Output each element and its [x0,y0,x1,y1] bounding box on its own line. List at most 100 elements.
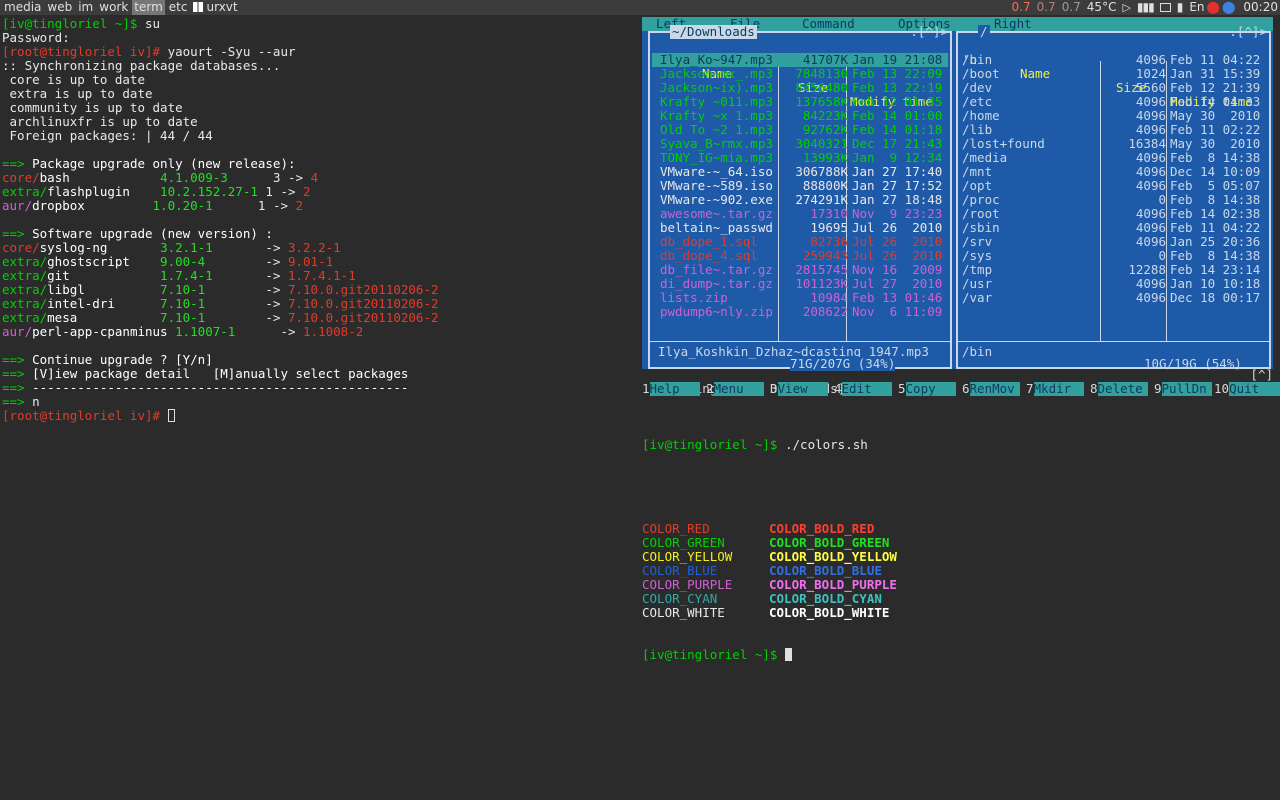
right-terminal[interactable]: [iv@tingloriel ~]$ ./colors.sh COLOR_RED… [642,410,1272,676]
file-row[interactable]: /sys 0 Feb 8 14:38 [960,249,1266,263]
file-row[interactable]: /media 4096 Feb 8 14:38 [960,151,1266,165]
color-bold: COLOR_BOLD_GREEN [769,535,890,550]
tag-work[interactable]: work [97,0,130,15]
error-icon[interactable]: ⬤ [1207,0,1220,15]
file-row[interactable]: /bin 4096 Feb 11 04:22 [960,53,1266,67]
file-row[interactable]: TONY_IG~mia.mp3 13993K Jan 9 12:34 [652,151,948,165]
terminal-text: [iv@tingloriel ~]$ [2,16,145,31]
file-row[interactable]: db_dope_4.sql 259943 Jul 26 2010 [652,249,948,263]
file-row[interactable]: pwdump6~nly.zip 208622 Nov 6 11:09 [652,305,948,319]
window-title[interactable]: urxvt [206,0,237,15]
keyboard-layout[interactable]: En [1189,0,1204,15]
file-row[interactable]: VMware-~_64.iso 306788K Jan 27 17:40 [652,165,948,179]
tag-web[interactable]: web [45,0,74,15]
tag-etc[interactable]: etc [167,0,190,15]
fkey-renmov[interactable]: 6RenMov [962,382,1020,396]
file-row[interactable]: /home 4096 May 30 2010 [960,109,1266,123]
right-panel[interactable]: / .[^]> 'n Name Size Modify time /bin 409… [956,25,1271,371]
file-row[interactable]: Old To ~2 1.mp3 92762K Feb 14 01:18 [652,123,948,137]
file-mtime: Feb 5 05:07 [1170,178,1261,193]
battery-icon[interactable]: ▮ [1177,0,1184,15]
fkey-copy[interactable]: 5Copy [898,382,956,396]
file-row[interactable]: /mnt 4096 Dec 14 10:09 [960,165,1266,179]
tag-im[interactable]: im [76,0,95,15]
fkey-help[interactable]: 1Help [642,382,700,396]
tag-term[interactable]: term [132,0,165,15]
file-mtime: May 30 2010 [1170,108,1261,123]
file-mtime: Feb 14 01:18 [852,122,943,137]
color-bold: COLOR_BOLD_PURPLE [769,577,897,592]
tag-media[interactable]: media [2,0,43,15]
file-name: /proc [962,192,1000,207]
file-row[interactable]: /dev 5560 Feb 12 21:39 [960,81,1266,95]
file-row[interactable]: /sbin 4096 Feb 11 04:22 [960,221,1266,235]
file-name: pwdump6~nly.zip [660,304,773,319]
file-row[interactable]: /root 4096 Feb 14 02:38 [960,207,1266,221]
terminal-line: [root@tingloriel iv]# [2,409,632,423]
file-row[interactable]: /tmp 12288 Feb 14 23:14 [960,263,1266,277]
file-size: 4096 [1135,290,1166,305]
fkey-delete[interactable]: 8Delete [1090,382,1148,396]
mc-menu-command[interactable]: Command [802,17,855,31]
file-row[interactable]: Krafty ~x 1.mp3 84223K Feb 14 01:00 [652,109,948,123]
fkey-label: Delete [1097,382,1148,396]
fkey-number: 1 [642,381,650,396]
fkey-pulldn[interactable]: 9PullDn [1154,382,1212,396]
tray-app-icon[interactable]: ⬤ [1222,0,1235,15]
file-row[interactable]: Syava_B~rmx.mp3 3040321 Dec 17 21:43 [652,137,948,151]
file-size: 4096 [1135,52,1166,67]
file-row[interactable]: /lib 4096 Feb 11 02:22 [960,123,1266,137]
file-size: 259943 [802,248,848,263]
terminal-text: extra is up to date [2,86,153,101]
file-mtime: Dec 17 21:43 [852,136,943,151]
file-row[interactable]: /var 4096 Dec 18 00:17 [960,291,1266,305]
file-name: /srv [962,234,993,249]
fkey-view[interactable]: 3View [770,382,828,396]
file-row[interactable]: Krafty ~011.mp3 137658K Feb 12 01:35 [652,95,948,109]
fkey-edit[interactable]: 4Edit [834,382,892,396]
layout-icon[interactable] [193,2,204,12]
network-icon[interactable]: ▮▮▮ [1137,0,1155,15]
file-row[interactable]: /etc 4096 Feb 14 04:33 [960,95,1266,109]
file-row[interactable]: di_dump~.tar.gz 101123K Jul 27 2010 [652,277,948,291]
file-name: /sbin [962,220,1000,235]
file-row[interactable]: /boot 1024 Jan 31 15:39 [960,67,1266,81]
left-panel[interactable]: ~/Downloads .[^]> 'n Name Size Modify ti… [648,25,952,371]
terminal-text: libgl [47,282,161,297]
color-normal: COLOR_WHITE [642,605,725,620]
file-row[interactable]: VMware-~902.exe 274291K Jan 27 18:48 [652,193,948,207]
file-name: db_file~.tar.gz [660,262,773,277]
file-row[interactable]: VMware-~589.iso 88800K Jan 27 17:52 [652,179,948,193]
file-row[interactable]: /proc 0 Feb 8 14:38 [960,193,1266,207]
file-row[interactable]: db_dope_1.sql 82736 Jul 26 2010 [652,235,948,249]
file-row[interactable]: lists.zip 10984 Feb 13 01:46 [652,291,948,305]
file-row[interactable]: beltain~_passwd 19695 Jul 26 2010 [652,221,948,235]
file-row[interactable]: Jackson~ix).mp3 8456480 Feb 13 22:19 [652,81,948,95]
color-normal: COLOR_GREEN [642,535,725,550]
file-row[interactable]: /lost+found 16384 May 30 2010 [960,137,1266,151]
file-row[interactable]: /opt 4096 Feb 5 05:07 [960,179,1266,193]
volume-icon[interactable]: ▷ [1122,0,1130,15]
file-row[interactable]: awesome~.tar.gz 17310 Nov 9 23:23 [652,207,948,221]
mc-menu-right[interactable]: Right [994,17,1032,31]
color-normal: COLOR_BLUE [642,563,718,578]
file-mtime: Jan 25 20:36 [1170,234,1261,249]
file-row[interactable]: /srv 4096 Jan 25 20:36 [960,235,1266,249]
fkey-quit[interactable]: 10Quit [1214,382,1280,396]
file-row[interactable]: Jackson~mx_.mp3 7848130 Feb 13 22:09 [652,67,948,81]
midnight-commander[interactable]: Left File Command Options Right ~/Downloads … [642,17,1273,371]
file-row[interactable]: db_file~.tar.gz 2815745 Nov 16 2009 [652,263,948,277]
file-size: 4096 [1135,234,1166,249]
terminal-text: [root@tingloriel iv]# [2,44,168,59]
file-row[interactable]: /usr 4096 Jan 10 10:18 [960,277,1266,291]
file-row[interactable]: Ilya_Ko~947.mp3 41707K Jan 19 21:08 [652,53,948,67]
mc-cmd-corner[interactable]: [^] [1250,368,1273,382]
fkey-menu[interactable]: 2Menu [706,382,764,396]
screen-icon[interactable] [1159,3,1171,12]
right-file-list[interactable]: /bin 4096 Feb 11 04:22/boot 1024 Jan 31 15:3… [960,53,1266,305]
fkey-mkdir[interactable]: 7Mkdir [1026,382,1084,396]
terminal-cursor [785,648,792,661]
left-file-list[interactable]: Ilya_Ko~947.mp3 41707K Jan 19 21:08 Jackson… [652,53,948,319]
color-bold: COLOR_BOLD_CYAN [769,591,882,606]
left-terminal[interactable]: [iv@tingloriel ~]$ su Password: [root@ting… [2,17,632,423]
